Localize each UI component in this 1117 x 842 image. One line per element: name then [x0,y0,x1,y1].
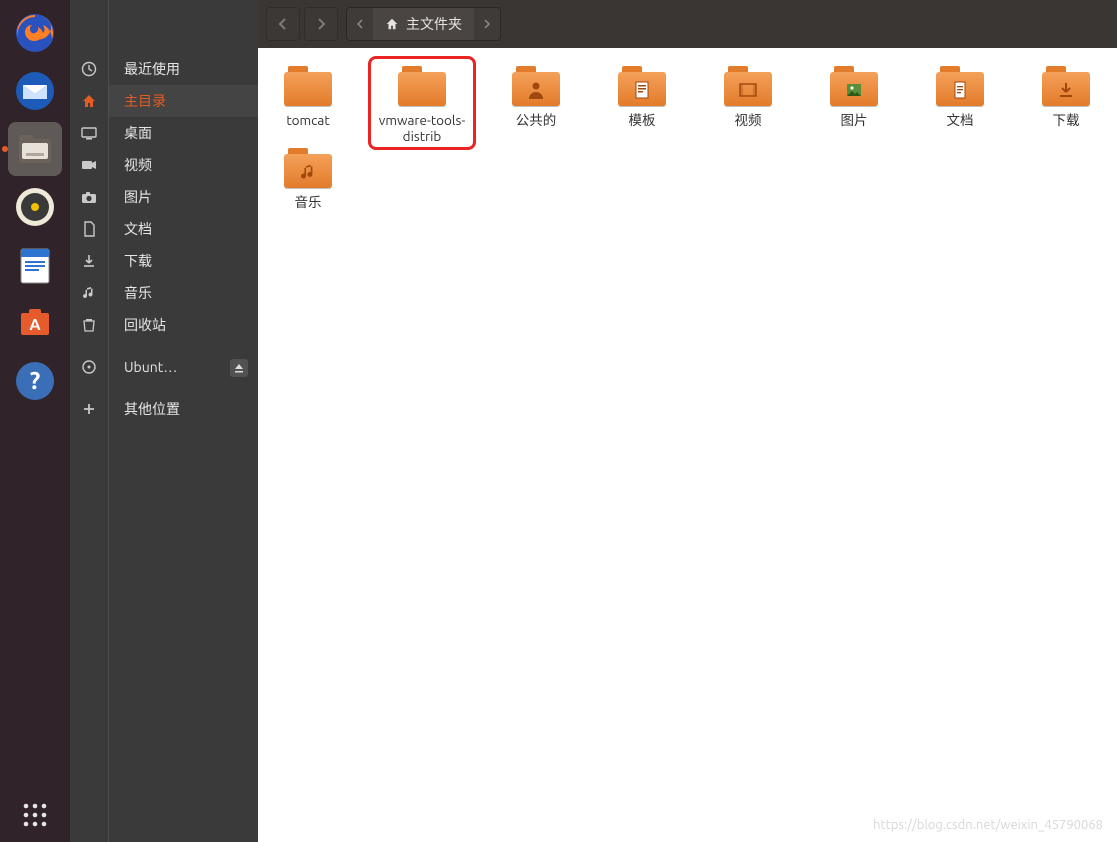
file-label: 公共的 [516,112,557,128]
show-applications-button[interactable] [8,788,62,842]
file-label: vmware-tools-distrib [374,112,470,144]
places-item-label: 音乐 [124,283,152,303]
places-item-camera[interactable]: 图片 [109,181,258,213]
places-item-label: 下载 [124,251,152,271]
file-item[interactable]: 文档 [920,62,1000,144]
places-icon-rail [70,0,108,842]
dock-help[interactable]: ? [8,354,62,408]
places-item-label: 最近使用 [124,59,180,79]
places-item-label: 桌面 [124,123,152,143]
places-doc-icon[interactable] [70,213,108,245]
places-sidebar: 最近使用主目录桌面视频图片文档下载音乐回收站 Ubunt… 其他位置 [108,0,258,842]
places-item-trash[interactable]: 回收站 [109,309,258,341]
folder-icon [936,66,984,106]
places-item-label: 其他位置 [124,399,180,419]
dock-rhythmbox[interactable] [8,180,62,234]
home-icon [385,17,399,31]
places-item-desktop[interactable]: 桌面 [109,117,258,149]
back-button[interactable] [266,7,300,41]
dock-firefox[interactable] [8,6,62,60]
folder-icon [830,66,878,106]
file-label: tomcat [286,112,329,128]
file-grid: tomcat vmware-tools-distrib 公共的 模板 视频 图片… [258,48,1117,842]
file-label: 视频 [735,112,762,128]
watermark: https://blog.csdn.net/weixin_45790068 [873,818,1103,832]
dock-ubuntu-software[interactable]: A [8,296,62,350]
file-manager-window: 主文件夹 tomcat vmware-tools-distrib 公共的 模板 … [258,0,1117,842]
path-bar: 主文件夹 [346,7,501,41]
breadcrumb-home[interactable]: 主文件夹 [373,7,474,41]
file-item[interactable]: vmware-tools-distrib [374,62,470,144]
folder-icon [1042,66,1090,106]
file-item[interactable]: 视频 [708,62,788,144]
file-item[interactable]: 图片 [814,62,894,144]
places-item-label: 文档 [124,219,152,239]
dock-libreoffice-writer[interactable] [8,238,62,292]
file-label: 文档 [947,112,974,128]
places-item-video[interactable]: 视频 [109,149,258,181]
file-item[interactable]: 音乐 [268,144,348,210]
places-item-label: 主目录 [124,91,166,111]
folder-icon [618,66,666,106]
file-item[interactable]: 公共的 [496,62,576,144]
places-item-clock[interactable]: 最近使用 [109,53,258,85]
file-label: 下载 [1053,112,1080,128]
places-item-music[interactable]: 音乐 [109,277,258,309]
places-download-icon[interactable] [70,245,108,277]
folder-icon [512,66,560,106]
places-video-icon[interactable] [70,149,108,181]
folder-icon [284,148,332,188]
places-item-doc[interactable]: 文档 [109,213,258,245]
places-item-home[interactable]: 主目录 [109,85,258,117]
places-disc-icon[interactable] [70,351,108,383]
eject-button[interactable] [230,359,248,377]
places-item-plus[interactable]: 其他位置 [109,393,258,425]
dock-files[interactable] [8,122,62,176]
file-item[interactable]: 下载 [1026,62,1106,144]
launcher-dock: A? [0,0,70,842]
breadcrumb-label: 主文件夹 [406,14,462,34]
folder-icon [398,66,446,106]
toolbar: 主文件夹 [258,0,1117,48]
file-label: 音乐 [295,194,322,210]
path-prev-button[interactable] [347,7,373,41]
places-trash-icon[interactable] [70,309,108,341]
places-item-label: 视频 [124,155,152,175]
places-item-disc[interactable]: Ubunt… [109,351,258,383]
file-label: 模板 [629,112,656,128]
places-item-label: 图片 [124,187,152,207]
places-camera-icon[interactable] [70,181,108,213]
file-label: 图片 [841,112,868,128]
places-desktop-icon[interactable] [70,117,108,149]
places-item-label: Ubunt… [124,359,177,375]
folder-icon [724,66,772,106]
places-item-label: 回收站 [124,315,166,335]
places-plus-icon[interactable] [70,393,108,425]
folder-icon [284,66,332,106]
file-item[interactable]: 模板 [602,62,682,144]
dock-thunderbird[interactable] [8,64,62,118]
places-music-icon[interactable] [70,277,108,309]
svg-text:?: ? [30,367,41,394]
places-home-icon[interactable] [70,85,108,117]
path-next-button[interactable] [474,7,500,41]
file-item[interactable]: tomcat [268,62,348,144]
places-clock-icon[interactable] [70,53,108,85]
svg-text:A: A [29,316,41,334]
forward-button[interactable] [304,7,338,41]
places-item-download[interactable]: 下载 [109,245,258,277]
